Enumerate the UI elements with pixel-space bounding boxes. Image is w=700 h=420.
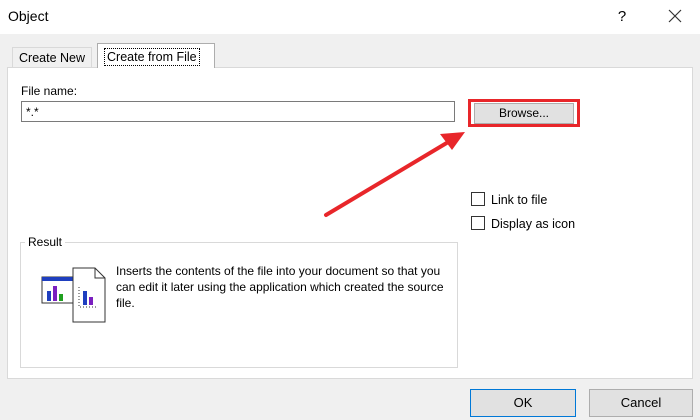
tab-create-from-file-label: Create from File	[104, 48, 200, 66]
tab-create-from-file[interactable]: Create from File	[97, 43, 215, 68]
cancel-button[interactable]: Cancel	[589, 389, 693, 417]
ok-button[interactable]: OK	[470, 389, 576, 417]
